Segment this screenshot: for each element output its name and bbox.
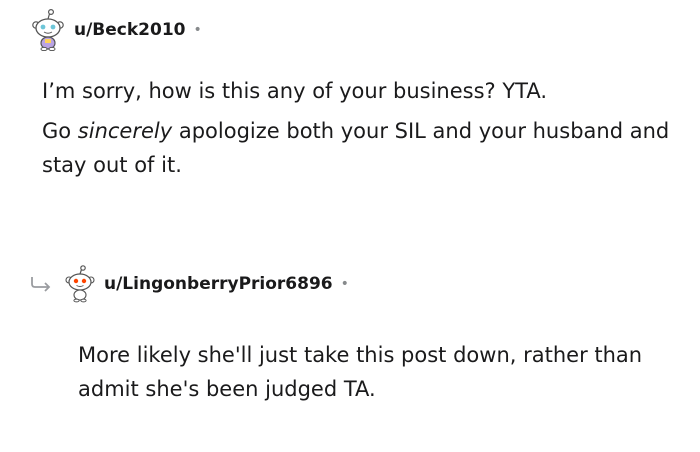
comment-thread: u/Beck2010 • I’m sorry, how is this any … xyxy=(0,0,700,452)
comment-body: I’m sorry, how is this any of your busin… xyxy=(42,74,670,182)
comment-body: More likely she'll just take this post d… xyxy=(78,338,686,406)
comment-paragraph: I’m sorry, how is this any of your busin… xyxy=(42,79,548,103)
comment-header: u/LingonberryPrior6896 • xyxy=(26,262,686,306)
username-link[interactable]: u/LingonberryPrior6896 xyxy=(104,274,333,294)
comment-paragraph: More likely she'll just take this post d… xyxy=(78,343,643,401)
comment-paragraph: Go sincerely apologize both your SIL and… xyxy=(42,114,670,182)
username-link[interactable]: u/Beck2010 xyxy=(74,20,186,40)
comment: u/Beck2010 • I’m sorry, how is this any … xyxy=(30,8,670,188)
paragraph-text: Go xyxy=(42,119,78,143)
separator-dot: • xyxy=(193,22,202,38)
snoo-avatar-icon[interactable] xyxy=(30,9,66,51)
comment-header: u/Beck2010 • xyxy=(30,8,670,52)
emphasis-text: sincerely xyxy=(77,119,173,143)
reply-comment: u/LingonberryPrior6896 • More likely she… xyxy=(26,262,686,406)
separator-dot: • xyxy=(340,276,349,292)
reply-arrow-icon xyxy=(26,269,56,299)
snoo-avatar-icon[interactable] xyxy=(64,263,96,305)
